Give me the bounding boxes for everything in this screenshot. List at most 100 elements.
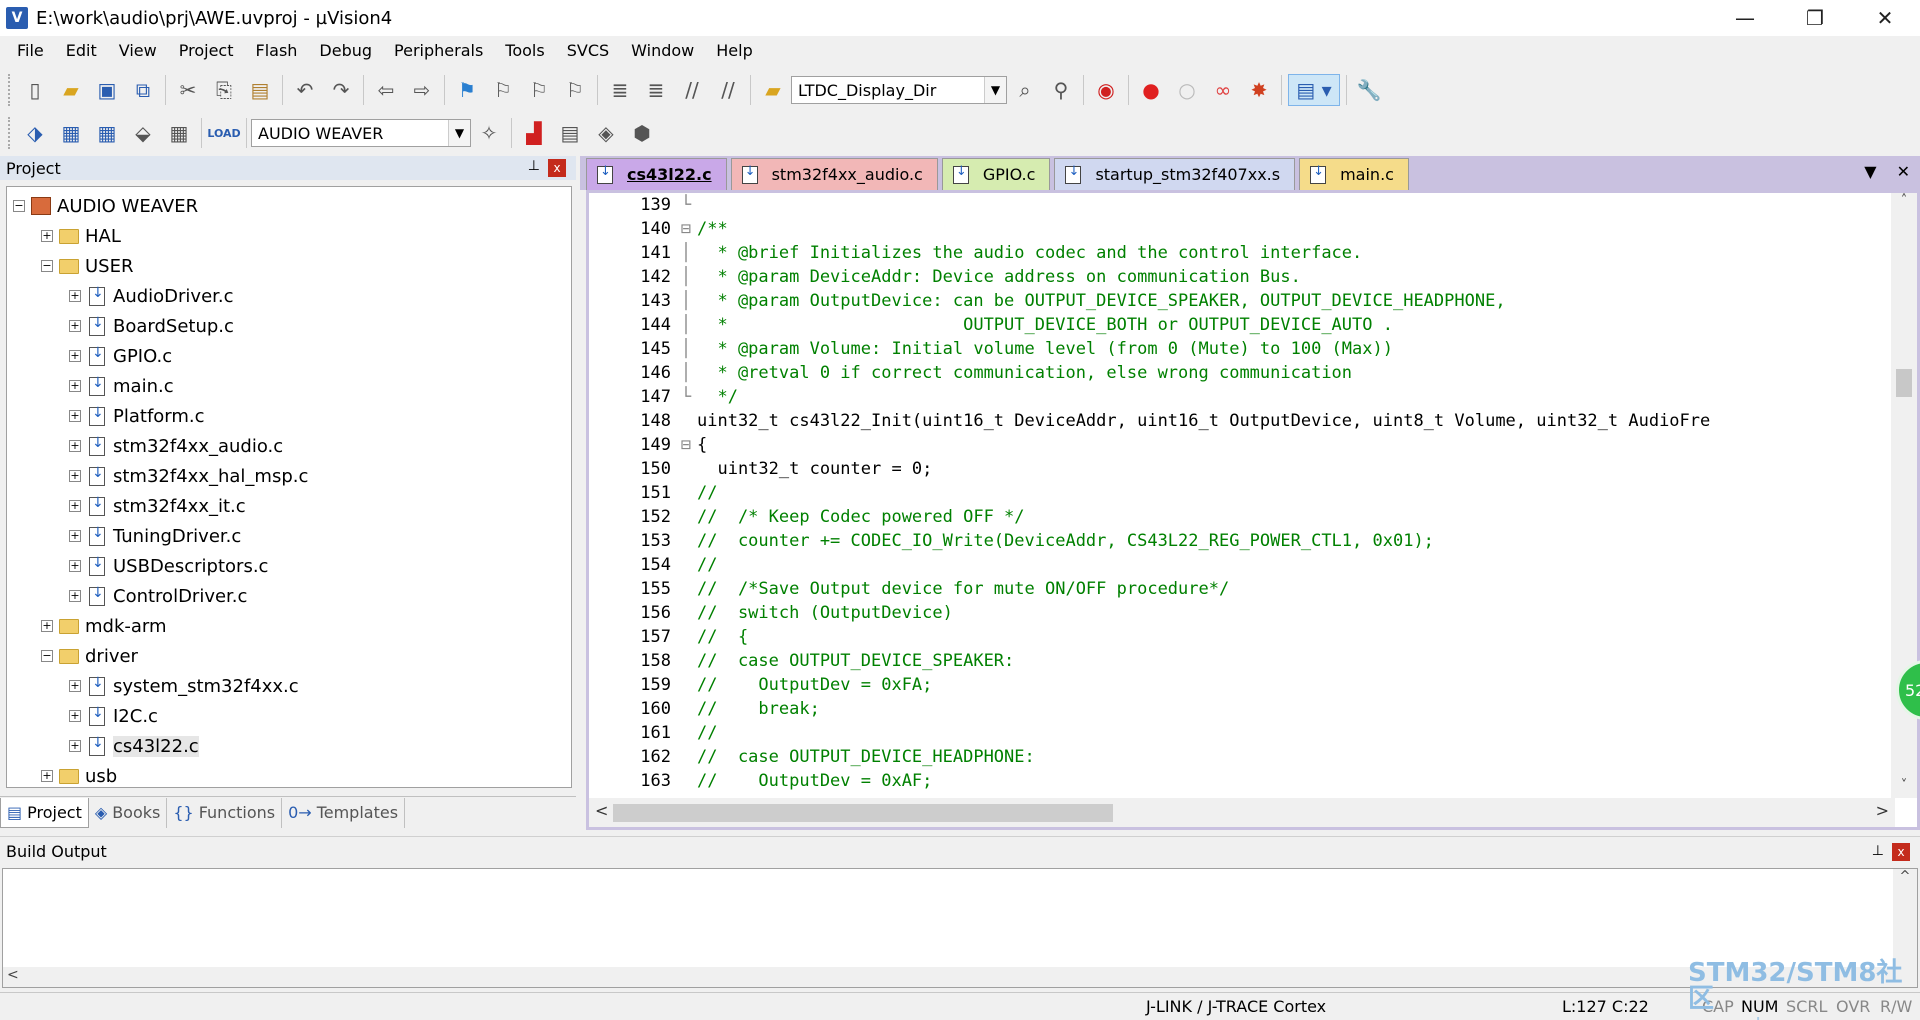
fold-marker[interactable] — [675, 577, 697, 601]
code-line[interactable]: 141 │ * @brief Initializes the audio code… — [589, 241, 1895, 265]
tree-item[interactable]: + stm32f4xx_hal_msp.c — [7, 461, 571, 491]
fold-marker[interactable] — [675, 625, 697, 649]
code-line[interactable]: 146 │ * @retval 0 if correct communicatio… — [589, 361, 1895, 385]
expand-icon[interactable]: + — [69, 680, 81, 692]
save-all-icon[interactable]: ⧉ — [127, 74, 159, 106]
scroll-down-icon[interactable]: ˅ — [1891, 778, 1917, 798]
pin-icon[interactable]: ⊥ — [528, 158, 540, 174]
fold-marker[interactable]: ⊟ — [675, 433, 697, 457]
indent-icon[interactable]: ≣ — [604, 74, 636, 106]
menu-help[interactable]: Help — [705, 36, 763, 66]
menu-file[interactable]: File — [6, 36, 55, 66]
fold-marker[interactable]: ⊟ — [675, 217, 697, 241]
target-options-icon[interactable]: ✧ — [473, 117, 505, 149]
fold-marker[interactable] — [675, 481, 697, 505]
code-line[interactable]: 152 // /* Keep Codec powered OFF */ — [589, 505, 1895, 529]
find-icon[interactable]: ⌕ — [1009, 74, 1041, 106]
menu-debug[interactable]: Debug — [308, 36, 383, 66]
menu-view[interactable]: View — [108, 36, 168, 66]
code-line[interactable]: 139 └ — [589, 193, 1895, 217]
tree-item[interactable]: + USBDescriptors.c — [7, 551, 571, 581]
collapse-icon[interactable]: − — [13, 200, 25, 212]
tree-item[interactable]: + mdk-arm — [7, 611, 571, 641]
menu-peripherals[interactable]: Peripherals — [383, 36, 494, 66]
kill-breakpoints-icon[interactable]: ✸ — [1243, 74, 1275, 106]
tree-item[interactable]: + main.c — [7, 371, 571, 401]
expand-icon[interactable]: + — [69, 710, 81, 722]
code-line[interactable]: 142 │ * @param DeviceAddr: Device address… — [589, 265, 1895, 289]
code-line[interactable]: 148 uint32_t cs43l22_Init(uint16_t Device… — [589, 409, 1895, 433]
fold-marker[interactable] — [675, 529, 697, 553]
collapse-icon[interactable]: − — [41, 650, 53, 662]
fold-marker[interactable] — [675, 457, 697, 481]
scroll-up-icon[interactable]: ^ — [1893, 869, 1917, 884]
tree-item[interactable]: + cs43l22.c — [7, 731, 571, 761]
navigate-back-icon[interactable]: ⇦ — [370, 74, 402, 106]
bookmark-icon[interactable]: ⚑ — [451, 74, 483, 106]
editor-tab[interactable]: main.c — [1299, 158, 1409, 190]
tree-item[interactable]: + stm32f4xx_audio.c — [7, 431, 571, 461]
code-line[interactable]: 162 // case OUTPUT_DEVICE_HEADPHONE: — [589, 745, 1895, 769]
cut-icon[interactable]: ✂ — [172, 74, 204, 106]
minimize-button[interactable]: — — [1710, 0, 1780, 36]
tree-item[interactable]: + I2C.c — [7, 701, 571, 731]
save-icon[interactable]: ▣ — [91, 74, 123, 106]
next-bookmark-icon[interactable]: ⚐ — [523, 74, 555, 106]
tree-item[interactable]: − driver — [7, 641, 571, 671]
fold-marker[interactable] — [675, 721, 697, 745]
code-line[interactable]: 151 // — [589, 481, 1895, 505]
pack-installer-icon[interactable]: ◈ — [590, 117, 622, 149]
tree-item[interactable]: + GPIO.c — [7, 341, 571, 371]
paste-icon[interactable]: ▤ — [244, 74, 276, 106]
tree-item[interactable]: + stm32f4xx_it.c — [7, 491, 571, 521]
tree-item[interactable]: + HAL — [7, 221, 571, 251]
redo-icon[interactable]: ↷ — [325, 74, 357, 106]
code-line[interactable]: 163 // OutputDev = 0xAF; — [589, 769, 1895, 793]
editor-tab[interactable]: stm32f4xx_audio.c — [730, 158, 938, 190]
tree-item[interactable]: + Platform.c — [7, 401, 571, 431]
menu-edit[interactable]: Edit — [55, 36, 108, 66]
toolbar-grip[interactable] — [8, 117, 13, 149]
expand-icon[interactable]: + — [69, 350, 81, 362]
close-icon[interactable]: x — [1892, 843, 1910, 861]
undo-icon[interactable]: ↶ — [289, 74, 321, 106]
scroll-left-icon[interactable]: < — [595, 801, 608, 820]
close-tab-icon[interactable]: ✕ — [1897, 162, 1910, 181]
fold-marker[interactable] — [675, 697, 697, 721]
file-extensions-icon[interactable]: ▤ — [554, 117, 586, 149]
code-line[interactable]: 147 └ */ — [589, 385, 1895, 409]
expand-icon[interactable]: + — [69, 320, 81, 332]
build-output-text[interactable]: ^ < — [2, 868, 1918, 988]
incremental-find-icon[interactable]: ⚲ — [1045, 74, 1077, 106]
manage-components-icon[interactable]: ▟ — [518, 117, 550, 149]
expand-icon[interactable]: + — [69, 500, 81, 512]
configure-icon[interactable]: 🔧 — [1353, 74, 1385, 106]
close-icon[interactable]: x — [548, 159, 566, 177]
scroll-up-icon[interactable]: ˄ — [1891, 193, 1917, 213]
uncomment-icon[interactable]: // — [712, 74, 744, 106]
expand-icon[interactable]: + — [69, 440, 81, 452]
expand-icon[interactable]: + — [69, 470, 81, 482]
tree-item[interactable]: − USER — [7, 251, 571, 281]
clear-bookmarks-icon[interactable]: ⚐ — [559, 74, 591, 106]
fold-marker[interactable]: └ — [675, 385, 697, 409]
tree-item[interactable]: + ControlDriver.c — [7, 581, 571, 611]
fold-marker[interactable] — [675, 553, 697, 577]
run-time-env-icon[interactable]: ⬢ — [626, 117, 658, 149]
menu-project[interactable]: Project — [168, 36, 245, 66]
tree-item[interactable]: − AUDIO WEAVER — [7, 191, 571, 221]
expand-icon[interactable]: + — [41, 620, 53, 632]
pin-icon[interactable]: ⊥ — [1872, 843, 1884, 859]
code-line[interactable]: 158 // case OUTPUT_DEVICE_SPEAKER: — [589, 649, 1895, 673]
menu-svcs[interactable]: SVCS — [556, 36, 620, 66]
insert-breakpoint-icon[interactable]: ● — [1135, 74, 1167, 106]
code-line[interactable]: 149 ⊟{ — [589, 433, 1895, 457]
code-line[interactable]: 143 │ * @param OutputDevice: can be OUTPU… — [589, 289, 1895, 313]
download-icon[interactable]: LOAD — [207, 117, 240, 149]
code-line[interactable]: 153 // counter += CODEC_IO_Write(DeviceAd… — [589, 529, 1895, 553]
tree-item[interactable]: + BoardSetup.c — [7, 311, 571, 341]
horizontal-scrollbar[interactable]: < — [3, 967, 1893, 987]
debug-session-icon[interactable]: ◉ — [1090, 74, 1122, 106]
editor-tab[interactable]: GPIO.c — [941, 158, 1051, 190]
tab-books[interactable]: ◈ Books — [89, 797, 168, 828]
